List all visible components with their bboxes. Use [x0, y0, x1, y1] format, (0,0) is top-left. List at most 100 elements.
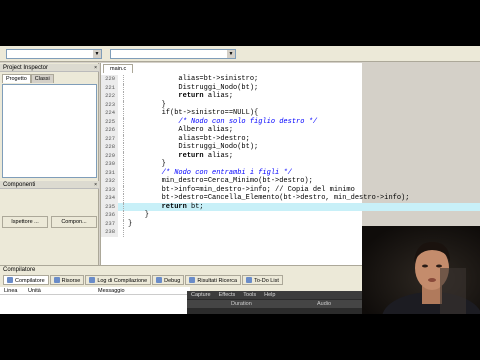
line-text: if(bt->sinistro==NULL){: [128, 109, 259, 117]
line-number: 236: [101, 211, 118, 220]
components-label: Componenti: [3, 182, 36, 188]
close-icon[interactable]: ×: [94, 181, 97, 189]
menu-effects[interactable]: Effects: [215, 291, 240, 299]
project-inspector-title: Project Inspector ×: [0, 64, 99, 72]
code-line[interactable]: 229 return alias;: [101, 151, 480, 160]
code-line[interactable]: 223 }: [101, 100, 480, 109]
line-text: alias=bt->sinistro;: [128, 75, 259, 83]
line-text: min_destro=Cerca_Minimo(bt->destro);: [128, 177, 313, 185]
line-number: 220: [101, 75, 118, 84]
code-line[interactable]: 235 return bt;: [101, 202, 480, 211]
menu-tools[interactable]: Tools: [239, 291, 260, 299]
class-combo[interactable]: ▼: [6, 49, 102, 59]
person-image: [382, 242, 480, 314]
tab-compilatore[interactable]: Compilatore: [3, 275, 49, 285]
tab-risorse[interactable]: Risorse: [49, 275, 85, 285]
line-number: 227: [101, 134, 118, 143]
recorder-window: Capture Effects Tools Help Duration Audio: [187, 291, 362, 314]
line-number: 233: [101, 185, 118, 194]
components-button[interactable]: Compon...: [51, 216, 97, 228]
line-number: 238: [101, 228, 118, 237]
line-text: bt->destro=Cancella_Elemento(bt->destro,…: [128, 194, 410, 202]
chevron-down-icon[interactable]: ▼: [93, 50, 101, 58]
line-number: 222: [101, 92, 118, 101]
code-line[interactable]: 221 Distruggi_Nodo(bt);: [101, 83, 480, 92]
project-tree[interactable]: [2, 84, 97, 178]
line-text: }: [128, 160, 166, 168]
tab-search-results[interactable]: Risultati Ricerca: [185, 275, 242, 285]
code-line[interactable]: 224 if(bt->sinistro==NULL){: [101, 109, 480, 118]
resources-icon: [53, 277, 60, 283]
search-icon: [189, 277, 196, 283]
line-text: Distruggi_Nodo(bt);: [128, 83, 259, 92]
menu-help[interactable]: Help: [260, 291, 279, 299]
recorder-columns: Duration Audio: [187, 300, 362, 308]
code-line[interactable]: 233 bt->info=min_destro->info; // Copia …: [101, 185, 480, 194]
tab-label: Risultati Ricerca: [197, 278, 238, 284]
code-editor[interactable]: main.c 220 alias=bt->sinistro; 221 Distru…: [100, 63, 480, 265]
tab-log[interactable]: Log di Compilazione: [85, 275, 152, 285]
line-number: 230: [101, 160, 118, 169]
line-number: 225: [101, 117, 118, 126]
line-text: }: [128, 100, 166, 109]
todo-icon: [246, 277, 253, 283]
toolbar: ▼ ▼: [0, 46, 480, 62]
tab-main-c[interactable]: main.c: [103, 64, 134, 73]
log-icon: [89, 277, 96, 283]
tab-label: Debug: [164, 278, 181, 284]
code-line[interactable]: 222 return alias;: [101, 92, 480, 101]
column-messaggio[interactable]: Messaggio: [98, 287, 125, 295]
close-icon[interactable]: ×: [94, 64, 97, 72]
function-combo[interactable]: ▼: [110, 49, 236, 59]
line-text: }: [128, 219, 133, 228]
chevron-down-icon[interactable]: ▼: [227, 50, 235, 58]
components-title: Componenti ×: [0, 181, 99, 189]
code-line[interactable]: 226 Albero alias;: [101, 126, 480, 135]
code-line[interactable]: 232 min_destro=Cerca_Minimo(bt->destro);: [101, 177, 480, 186]
line-text: alias=bt->destro;: [128, 134, 250, 143]
tab-classi[interactable]: Classi: [30, 74, 54, 83]
code-line[interactable]: 220 alias=bt->sinistro;: [101, 75, 480, 84]
video-frame: ▼ ▼ Project Inspector × Progetto Classi C…: [0, 0, 480, 360]
code-line[interactable]: 228 Distruggi_Nodo(bt);: [101, 143, 480, 152]
code-line[interactable]: 227 alias=bt->destro;: [101, 134, 480, 143]
line-text: bt->info=min_destro->info; // Copia del …: [128, 185, 355, 194]
column-linea[interactable]: Linea: [4, 287, 17, 295]
code-area[interactable]: 220 alias=bt->sinistro; 221 Distruggi_Nod…: [101, 75, 480, 237]
line-number: 224: [101, 109, 118, 118]
line-text: Distruggi_Nodo(bt);: [128, 143, 259, 151]
line-text: /* Nodo con entrambi i figli */: [128, 168, 292, 177]
line-number: 221: [101, 83, 118, 92]
code-line[interactable]: 225 /* Nodo con solo figlio destro */: [101, 117, 480, 126]
messages-list[interactable]: [0, 295, 190, 314]
line-text: /* Nodo con solo figlio destro */: [128, 117, 318, 126]
line-number: 226: [101, 126, 118, 135]
code-line[interactable]: 236 }: [101, 211, 480, 220]
column-unita[interactable]: Unità: [28, 287, 41, 295]
tab-debug[interactable]: Debug: [152, 275, 185, 285]
column-audio: Audio: [317, 301, 332, 307]
inspector-button[interactable]: Ispettore ...: [2, 216, 48, 228]
tab-label: To-Do List: [254, 278, 279, 284]
tab-todo[interactable]: To-Do List: [242, 275, 283, 285]
menu-capture[interactable]: Capture: [187, 291, 215, 299]
fold-gutter: [118, 228, 124, 237]
line-number: 231: [101, 168, 118, 177]
tab-progetto[interactable]: Progetto: [2, 74, 31, 83]
line-text: Albero alias;: [128, 126, 234, 134]
debug-icon: [156, 277, 163, 283]
messages-header: Linea Unità Messaggio: [0, 287, 190, 295]
recorder-menu: Capture Effects Tools Help: [187, 291, 362, 299]
components-buttons: Ispettore ... Compon...: [2, 216, 97, 228]
code-line[interactable]: 231 /* Nodo con entrambi i figli */: [101, 168, 480, 177]
project-tabs: Progetto Classi: [2, 74, 54, 83]
code-line[interactable]: 230 }: [101, 160, 480, 169]
column-duration: Duration: [231, 301, 252, 307]
left-panel: Project Inspector × Progetto Classi Compo…: [0, 63, 99, 265]
code-line[interactable]: 234 bt->destro=Cancella_Elemento(bt->des…: [101, 194, 480, 203]
line-number: 235: [101, 202, 118, 211]
compiler-panel-title: Compilatore: [3, 267, 36, 273]
line-text: return bt;: [161, 202, 204, 211]
line-number: 223: [101, 100, 118, 109]
line-number: 229: [101, 151, 118, 160]
